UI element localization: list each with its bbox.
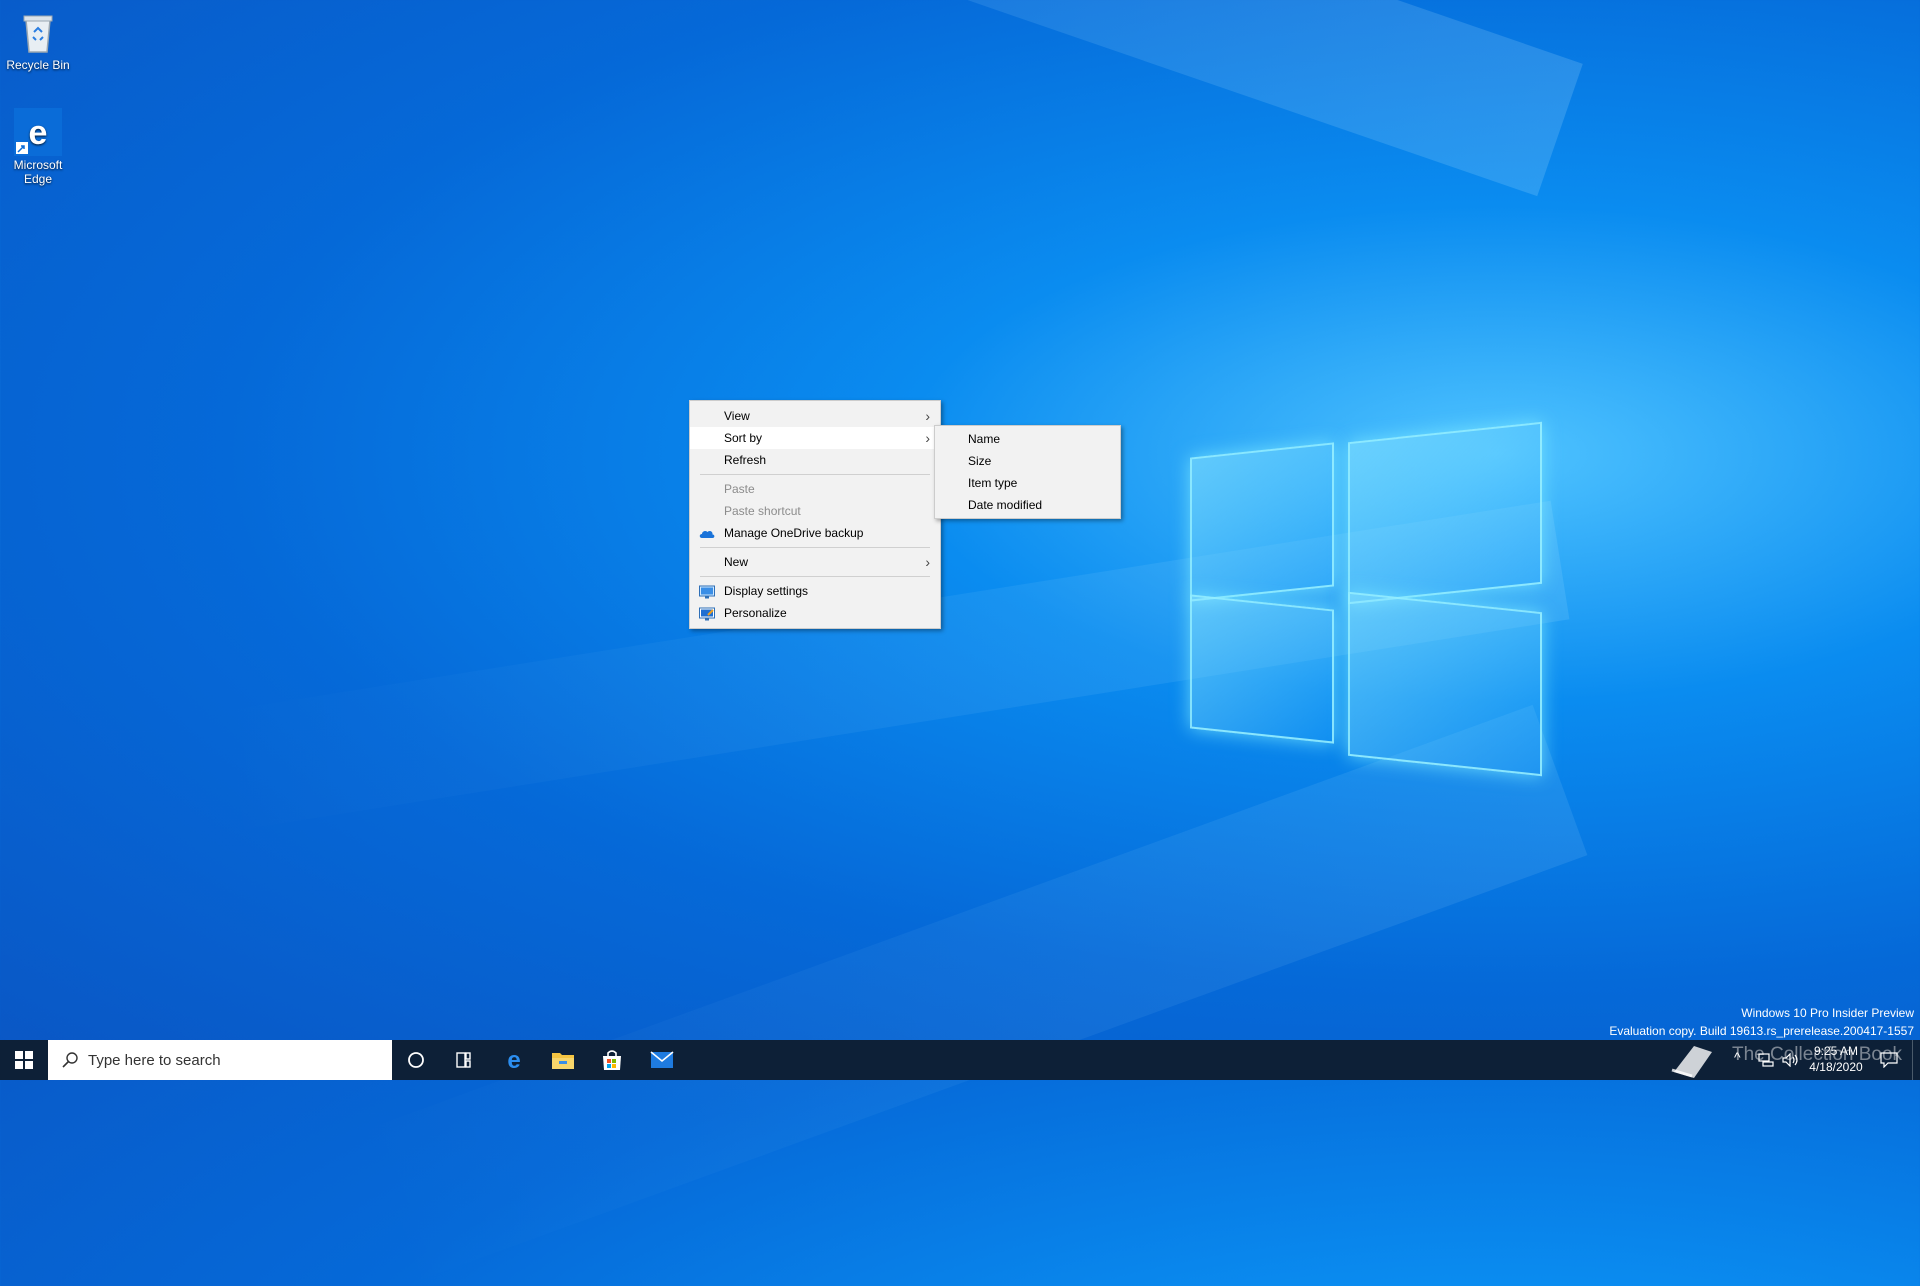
edge-icon: e xyxy=(507,1048,520,1072)
light-beam xyxy=(62,0,1583,197)
volume-button[interactable] xyxy=(1782,1040,1800,1080)
action-center-button[interactable] xyxy=(1876,1040,1902,1080)
chevron-right-icon: › xyxy=(925,408,930,424)
menu-separator xyxy=(700,474,930,475)
clock-date: 4/18/2020 xyxy=(1809,1060,1863,1074)
onedrive-icon xyxy=(699,526,715,540)
menu-separator xyxy=(700,547,930,548)
svg-text:e: e xyxy=(507,1048,520,1072)
recycle-bin-label: Recycle Bin xyxy=(6,58,70,72)
menu-item-manage-onedrive-backup[interactable]: Manage OneDrive backup xyxy=(690,522,940,544)
store-icon xyxy=(603,1050,621,1070)
file-explorer-icon xyxy=(552,1053,574,1069)
chevron-right-icon: › xyxy=(925,554,930,570)
personalize-icon xyxy=(699,606,715,621)
menu-item-paste[interactable]: Paste xyxy=(690,478,940,500)
edge-desktop-icon[interactable]: e Microsoft Edge xyxy=(0,108,76,186)
taskbar-search-box[interactable]: Type here to search xyxy=(48,1040,392,1080)
light-beam xyxy=(348,704,1588,1286)
build-watermark: Windows 10 Pro Insider Preview Evaluatio… xyxy=(1609,1004,1914,1040)
sort-option-item-type[interactable]: Item type xyxy=(935,472,1120,494)
show-desktop-button[interactable] xyxy=(1912,1040,1920,1080)
recycle-bin-icon xyxy=(14,8,62,56)
sort-by-submenu: Name Size Item type Date modified xyxy=(934,425,1121,519)
search-icon xyxy=(62,1052,78,1068)
watermark-edition: Windows 10 Pro Insider Preview xyxy=(1741,1006,1914,1020)
file-explorer-button[interactable] xyxy=(539,1040,587,1080)
cortana-button[interactable] xyxy=(392,1040,440,1080)
notification-icon xyxy=(1880,1052,1898,1068)
menu-item-refresh[interactable]: Refresh xyxy=(690,449,940,471)
menu-separator xyxy=(700,576,930,577)
book-icon xyxy=(1671,1046,1712,1078)
menu-item-new[interactable]: New › xyxy=(690,551,940,573)
search-placeholder: Type here to search xyxy=(88,1051,221,1069)
network-button[interactable] xyxy=(1758,1040,1776,1080)
network-icon xyxy=(1758,1053,1774,1067)
edge-label: Microsoft Edge xyxy=(13,158,63,186)
chevron-up-icon: ^ xyxy=(1734,1049,1741,1065)
desktop-context-menu: View › Sort by › Refresh Paste Paste sho… xyxy=(689,400,941,629)
task-view-button[interactable] xyxy=(440,1040,488,1080)
cortana-icon xyxy=(408,1052,424,1068)
menu-item-paste-shortcut[interactable]: Paste shortcut xyxy=(690,500,940,522)
start-button[interactable] xyxy=(0,1040,48,1080)
recycle-bin-desktop-icon[interactable]: Recycle Bin xyxy=(0,8,76,72)
store-button[interactable] xyxy=(588,1040,636,1080)
windows-start-icon xyxy=(15,1051,33,1069)
chevron-right-icon: › xyxy=(925,430,930,446)
task-view-icon xyxy=(456,1052,471,1068)
svg-text:e: e xyxy=(29,114,48,152)
menu-item-personalize[interactable]: Personalize xyxy=(690,602,940,624)
display-icon xyxy=(699,584,715,599)
sort-option-date-modified[interactable]: Date modified xyxy=(935,494,1120,516)
clock[interactable]: 9:25 AM 4/18/2020 xyxy=(1806,1040,1866,1080)
edge-icon: e xyxy=(14,108,62,156)
menu-item-display-settings[interactable]: Display settings xyxy=(690,580,940,602)
windows-logo-wallpaper xyxy=(1190,420,1545,780)
volume-icon xyxy=(1782,1053,1798,1067)
mail-button[interactable] xyxy=(638,1040,686,1080)
edge-taskbar-button[interactable]: e xyxy=(490,1040,538,1080)
sort-option-name[interactable]: Name xyxy=(935,428,1120,450)
taskbar: Type here to search e The Collection Boo… xyxy=(0,1040,1920,1080)
watermark-build: Evaluation copy. Build 19613.rs_prerelea… xyxy=(1609,1024,1914,1038)
clock-time: 9:25 AM xyxy=(1813,1044,1859,1058)
mail-icon xyxy=(650,1051,674,1068)
sort-option-size[interactable]: Size xyxy=(935,450,1120,472)
menu-item-view[interactable]: View › xyxy=(690,405,940,427)
menu-item-sort-by[interactable]: Sort by › xyxy=(690,427,940,449)
show-hidden-icons-button[interactable]: ^ xyxy=(1734,1040,1750,1080)
